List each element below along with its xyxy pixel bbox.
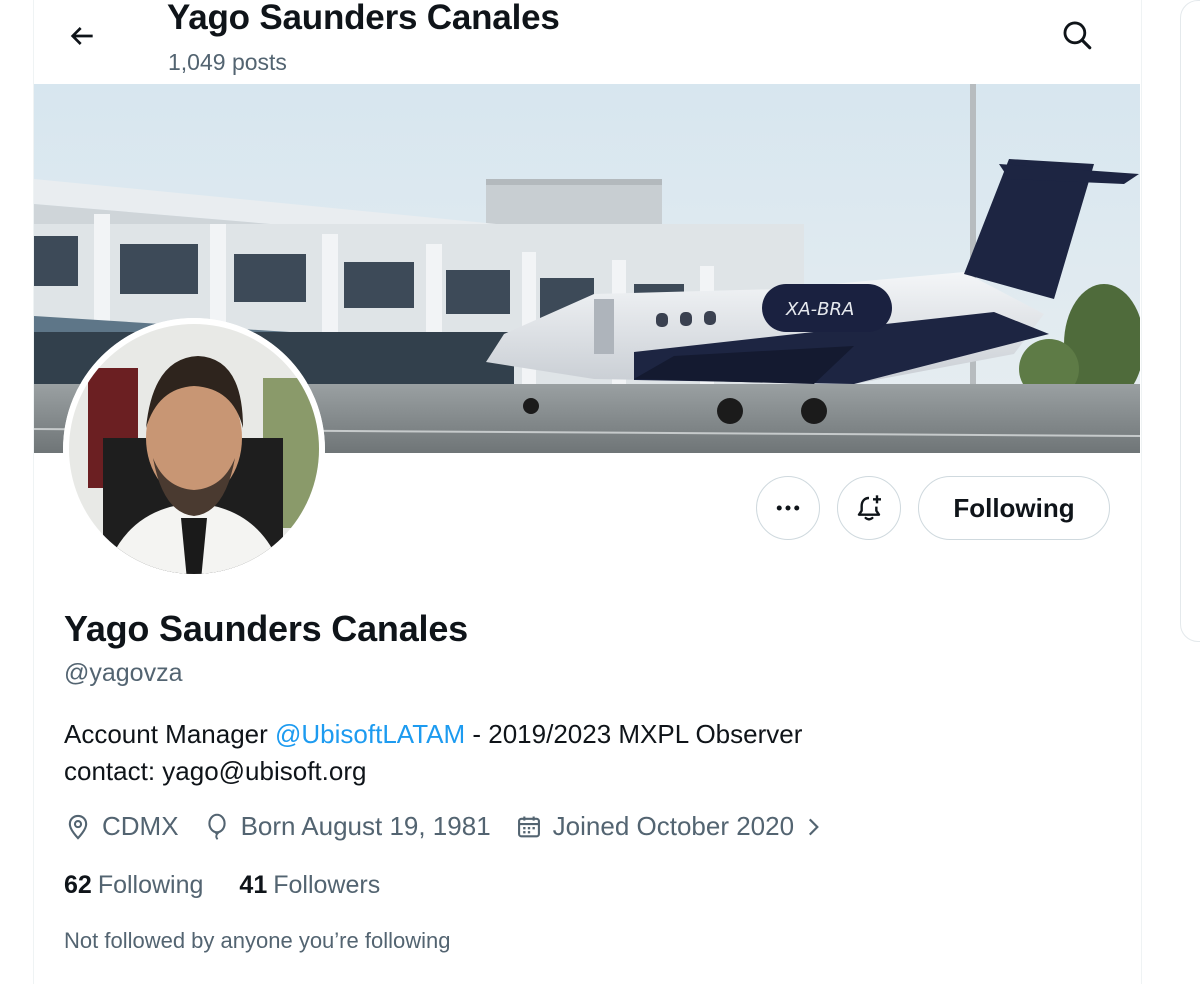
joined-text: Joined October 2020 xyxy=(552,811,795,841)
follow-stats: 62 Following 41 Followers xyxy=(64,871,416,900)
following-label: Following xyxy=(97,871,204,899)
location: CDMX xyxy=(64,811,179,842)
notify-button[interactable] xyxy=(837,476,901,540)
search-button[interactable] xyxy=(1054,12,1100,58)
balloon-icon xyxy=(207,813,226,840)
mutual-followers-note: Not followed by anyone you’re following xyxy=(64,928,451,953)
bio-contact: contact: yago@ubisoft.org xyxy=(64,756,367,786)
profile-bio: Account Manager @UbisoftLATAM - 2019/202… xyxy=(64,716,802,790)
posts-count: 1,049 posts xyxy=(168,49,287,75)
calendar-icon xyxy=(517,816,540,837)
avatar[interactable] xyxy=(63,318,325,580)
back-button[interactable] xyxy=(60,14,104,58)
more-button[interactable] xyxy=(756,476,820,540)
plane-registration: XA-BRA xyxy=(785,299,854,320)
more-icon xyxy=(776,505,800,511)
bio-text: Account Manager xyxy=(64,719,276,749)
location-text: CDMX xyxy=(102,811,179,841)
following-stat-link[interactable]: 62 Following xyxy=(64,871,203,900)
header-title: Yago Saunders Canales xyxy=(167,0,560,37)
bio-text-suffix: - 2019/2023 MXPL Observer xyxy=(465,719,803,749)
arrow-left-icon xyxy=(70,27,93,45)
profile-meta: CDMX Born August 19, 1981 Joined October… xyxy=(64,811,826,842)
bio-mention-link[interactable]: @UbisoftLATAM xyxy=(275,719,465,749)
location-pin-icon xyxy=(68,814,88,840)
joined-date[interactable]: Joined October 2020 xyxy=(515,811,826,842)
followers-count: 41 xyxy=(239,871,268,899)
following-button[interactable]: Following xyxy=(918,476,1110,540)
profile-name: Yago Saunders Canales xyxy=(64,608,468,649)
followers-stat-link[interactable]: 41 Followers xyxy=(239,871,380,900)
bell-plus-icon xyxy=(857,495,881,521)
profile-handle: @yagovza xyxy=(64,659,183,687)
search-icon xyxy=(1063,21,1092,50)
side-panel-edge xyxy=(1180,0,1200,642)
birthday: Born August 19, 1981 xyxy=(203,811,491,842)
chevron-right-icon xyxy=(809,818,819,835)
following-count: 62 xyxy=(64,871,92,899)
birthday-text: Born August 19, 1981 xyxy=(240,811,491,841)
followers-label: Followers xyxy=(273,871,381,899)
